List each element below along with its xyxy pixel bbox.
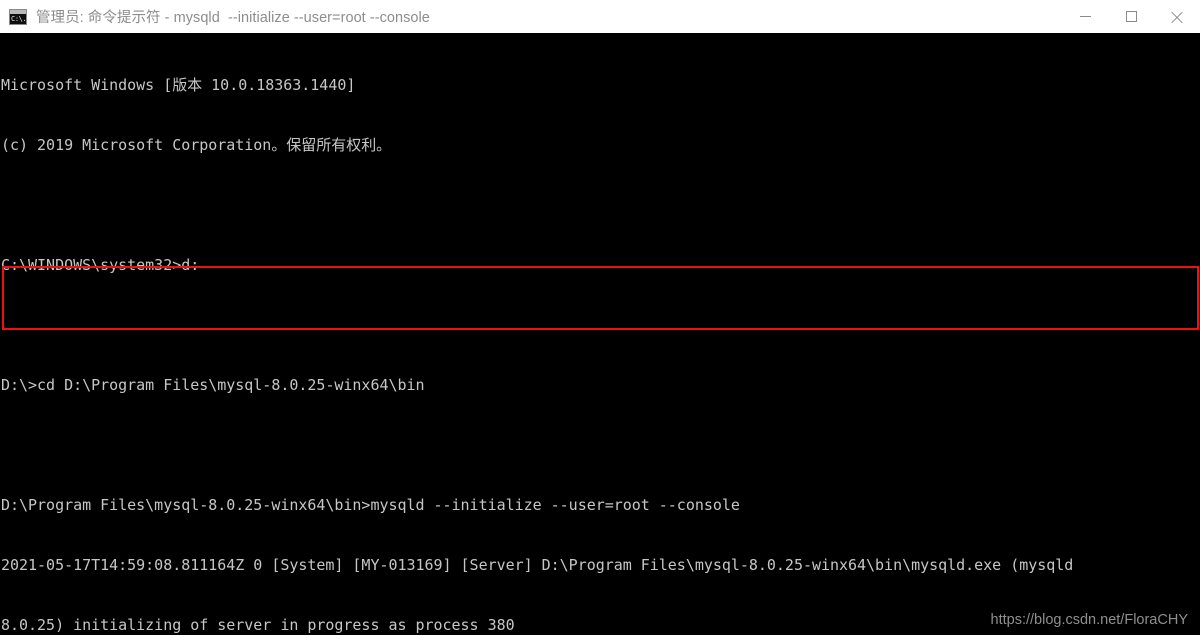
window-caption-buttons — [1062, 0, 1200, 33]
close-icon — [1171, 10, 1184, 23]
console-line: D:\>cd D:\Program Files\mysql-8.0.25-win… — [1, 376, 425, 394]
close-button[interactable] — [1154, 0, 1200, 33]
console-line: 2021-05-17T14:59:08.811164Z 0 [System] [… — [1, 556, 1074, 574]
console-line: 8.0.25) initializing of server in progre… — [1, 616, 515, 634]
maximize-icon — [1125, 11, 1137, 22]
cmd-console-icon: C:\. — [9, 8, 27, 25]
window-titlebar[interactable]: C:\. 管理员: 命令提示符 - mysqld --initialize --… — [0, 0, 1200, 33]
console-line: Microsoft Windows [版本 10.0.18363.1440] — [1, 76, 356, 94]
blog-watermark: https://blog.csdn.net/FloraCHY — [990, 612, 1188, 628]
console-output-area[interactable]: Microsoft Windows [版本 10.0.18363.1440] (… — [0, 33, 1200, 635]
command-prompt-window: C:\. 管理员: 命令提示符 - mysqld --initialize --… — [0, 0, 1200, 635]
minimize-icon — [1079, 16, 1091, 17]
console-line: (c) 2019 Microsoft Corporation。保留所有权利。 — [1, 136, 392, 154]
maximize-button[interactable] — [1108, 0, 1154, 33]
console-line: D:\Program Files\mysql-8.0.25-winx64\bin… — [1, 496, 740, 514]
minimize-button[interactable] — [1062, 0, 1108, 33]
cmd-icon-titlestrip — [10, 9, 26, 14]
window-title: 管理员: 命令提示符 - mysqld --initialize --user=… — [36, 10, 430, 26]
console-line: C:\WINDOWS\system32>d: — [1, 256, 200, 274]
cmd-icon-prompt-text: C:\. — [11, 14, 27, 23]
console-text-buffer: Microsoft Windows [版本 10.0.18363.1440] (… — [1, 35, 1082, 635]
